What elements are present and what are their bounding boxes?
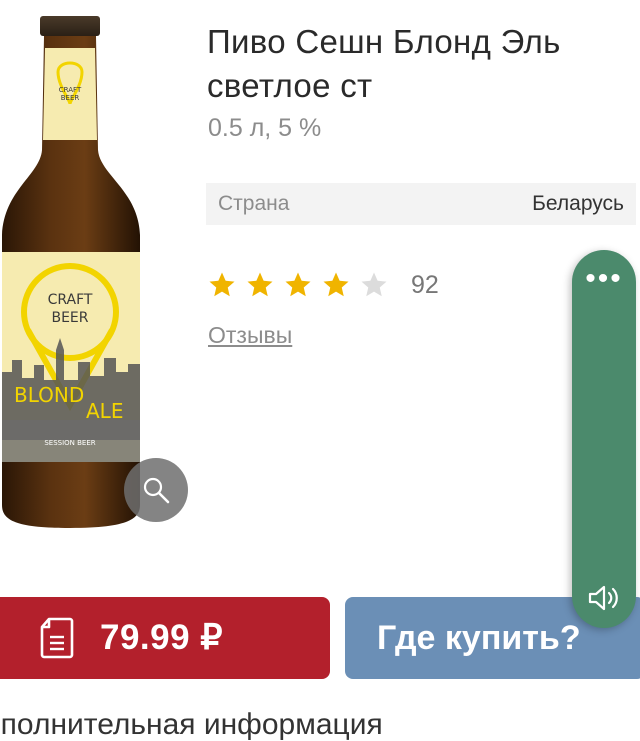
- price-button[interactable]: 79.99 ₽: [0, 597, 330, 679]
- price-label: 79.99 ₽: [100, 618, 224, 657]
- star-empty-icon: [361, 272, 387, 297]
- speaker-icon[interactable]: [586, 580, 622, 616]
- product-image[interactable]: CRAFT BEER CRAFT BEER BLOND ALE SESSION …: [0, 0, 145, 530]
- label-session-text: SESSION BEER: [44, 439, 95, 447]
- neck-label-craft: CRAFT: [59, 86, 82, 94]
- product-title: Пиво Сешн Блонд Эль светлое ст: [207, 23, 561, 104]
- label-beer-text: BEER: [51, 310, 88, 326]
- reviews-link[interactable]: Отзывы: [208, 322, 292, 349]
- beer-bottle-image: CRAFT BEER CRAFT BEER BLOND ALE SESSION …: [2, 16, 140, 528]
- label-ale-text: ALE: [86, 399, 123, 423]
- receipt-icon: [40, 617, 74, 659]
- spec-row-country: Страна Беларусь: [206, 183, 636, 225]
- star-filled-icon: [323, 272, 349, 297]
- floating-assistant-panel[interactable]: •••: [572, 250, 636, 628]
- rating[interactable]: 92: [207, 270, 439, 300]
- star-filled-icon: [209, 272, 235, 297]
- product-volume-abv: 0.5 л, 5 %: [208, 114, 322, 142]
- zoom-button[interactable]: [124, 458, 188, 522]
- rating-count: 92: [411, 270, 439, 299]
- spec-label: Страна: [218, 192, 290, 215]
- more-dots-icon[interactable]: •••: [572, 264, 636, 294]
- star-filled-icon: [285, 272, 311, 297]
- section-heading: ополнительная информация: [0, 708, 383, 741]
- label-blond-text: BLOND: [14, 383, 84, 407]
- neck-label-beer: BEER: [61, 94, 80, 102]
- magnifier-icon: [143, 477, 170, 504]
- star-filled-icon: [247, 272, 273, 297]
- spec-value: Беларусь: [532, 192, 624, 215]
- label-craft-text: CRAFT: [48, 292, 93, 308]
